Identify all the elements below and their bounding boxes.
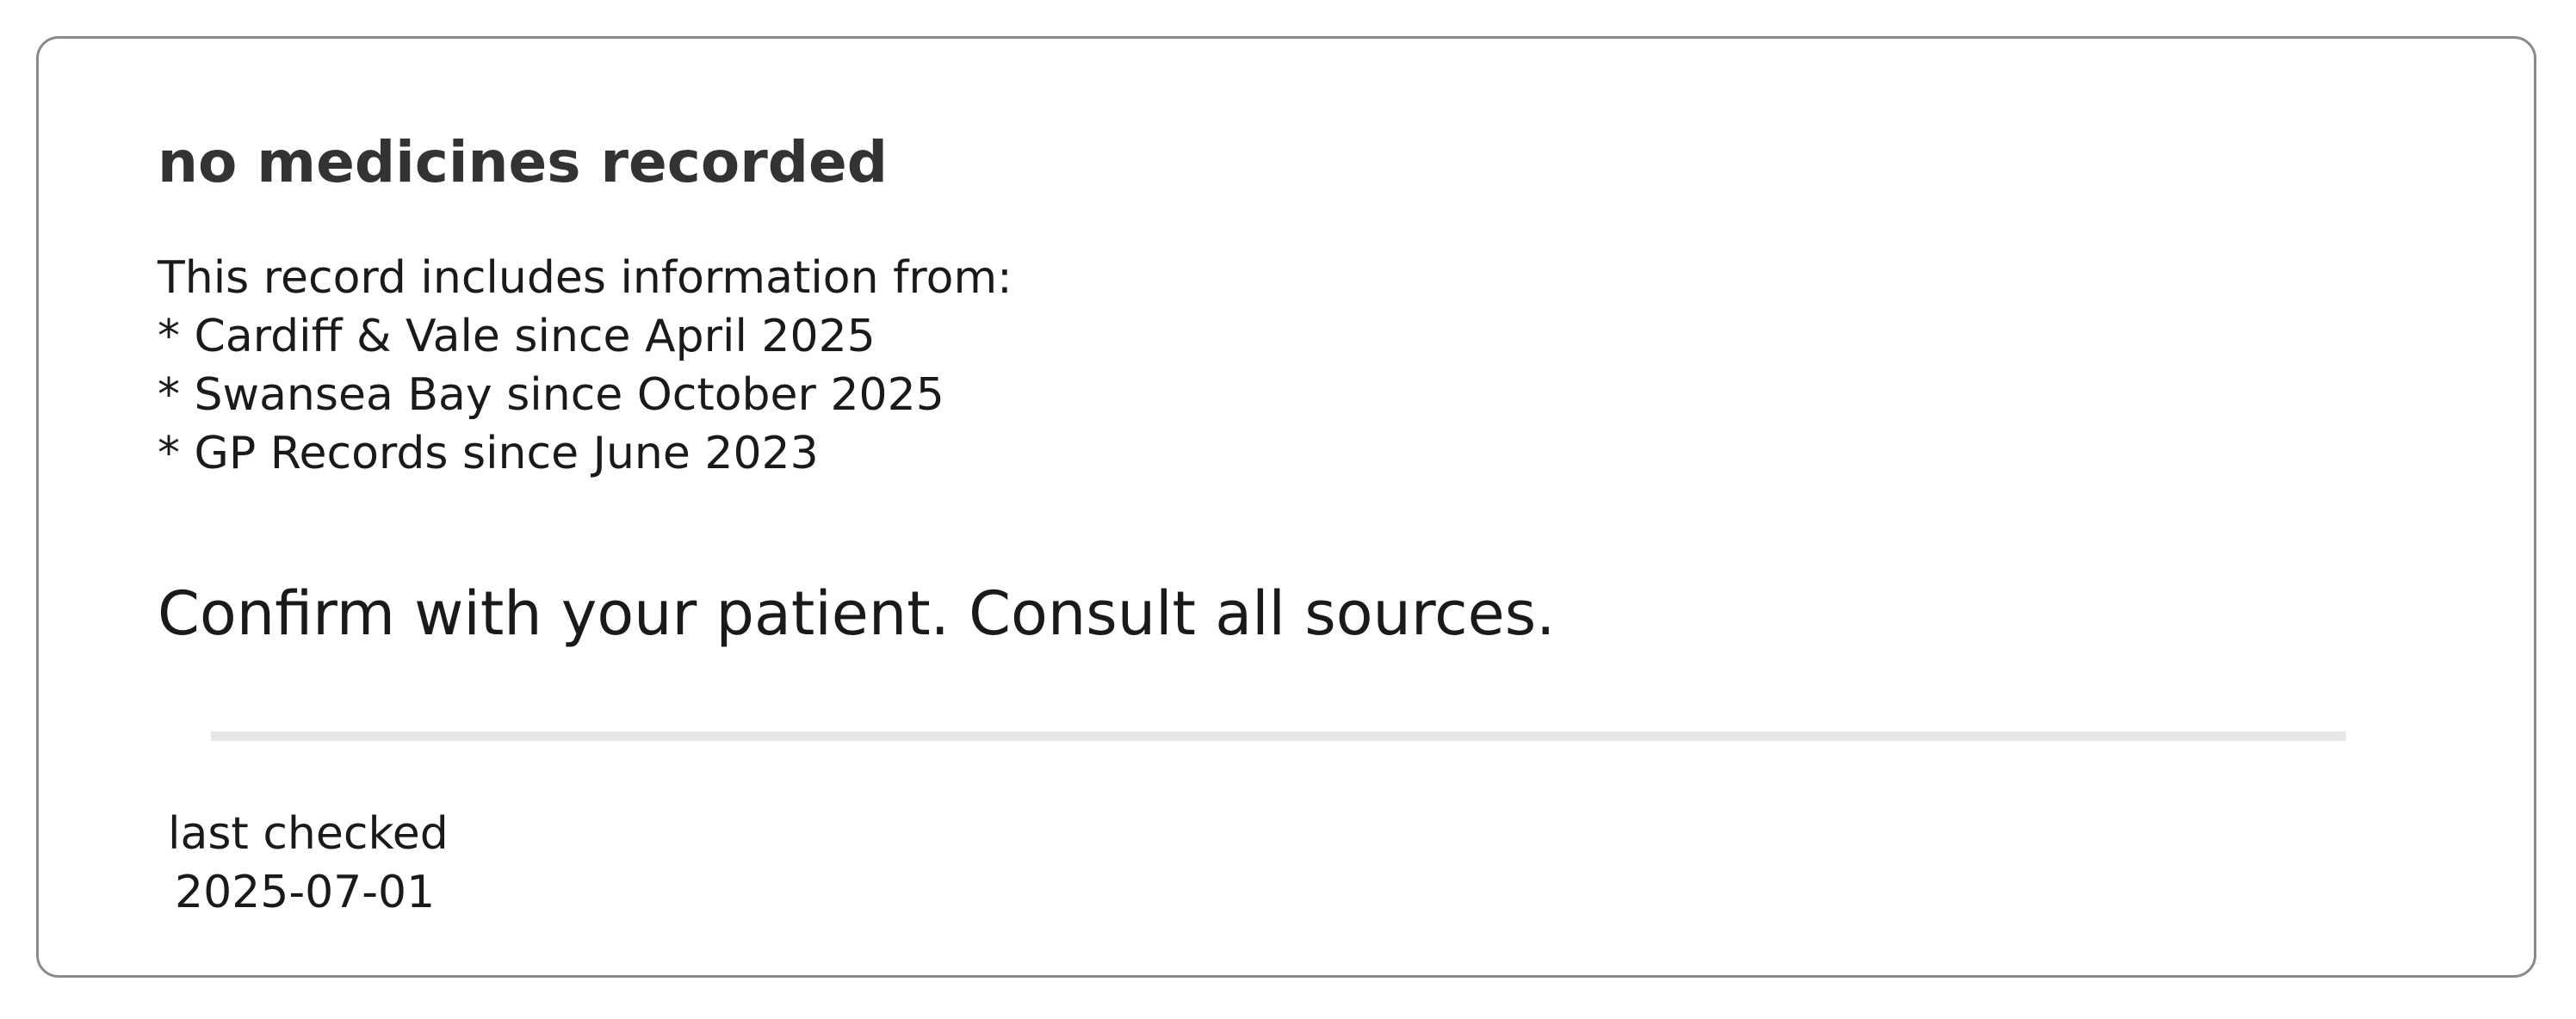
sources-list: This record includes information from: *… <box>158 249 1012 483</box>
medicines-record-card: no medicines recorded This record includ… <box>36 36 2536 978</box>
last-checked-label: last checked <box>168 808 449 860</box>
last-checked: last checked 2025-07-01 <box>168 805 449 922</box>
source-item-cardiff-vale: * Cardiff & Vale since April 2025 <box>158 311 876 362</box>
confirm-warning: Confirm with your patient. Consult all s… <box>158 578 1556 649</box>
divider <box>211 732 2346 741</box>
source-item-gp-records: * GP Records since June 2023 <box>158 428 819 479</box>
sources-intro: This record includes information from: <box>158 252 1012 304</box>
source-item-swansea-bay: * Swansea Bay since October 2025 <box>158 369 944 421</box>
last-checked-date: 2025-07-01 <box>175 867 436 918</box>
card-title: no medicines recorded <box>158 129 889 195</box>
